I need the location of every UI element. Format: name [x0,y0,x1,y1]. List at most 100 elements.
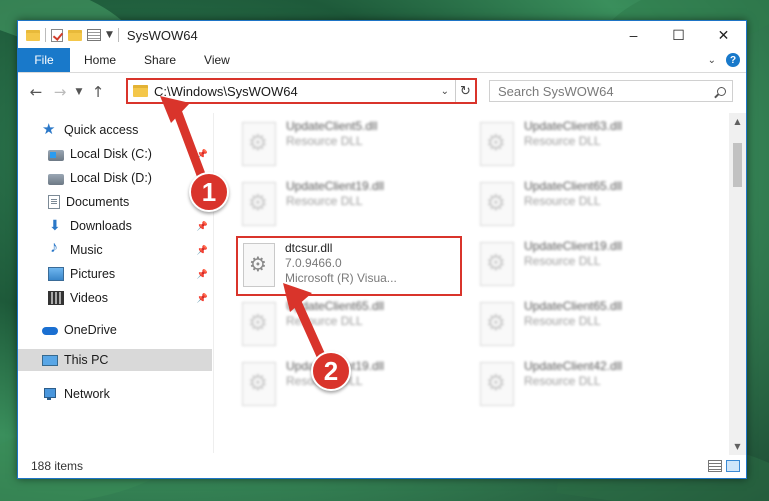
file-item[interactable]: UpdateClient65.dll Resource DLL [480,179,705,231]
sidebar-item-local-disk-d[interactable]: Local Disk (D:) [48,167,212,189]
file-item[interactable]: UpdateClient19.dll Resource DLL [480,239,705,291]
scroll-down-icon[interactable]: ▼ [729,438,746,455]
pin-icon: 📌 [196,268,208,279]
sidebar-item-label: Documents [66,195,130,209]
file-name: UpdateClient42.dll [524,359,623,373]
customize-icon[interactable] [87,29,101,41]
file-name: UpdateClient19.dll [524,239,623,253]
computer-icon [42,355,58,366]
search-icon[interactable] [717,86,726,96]
step-badge-1: 1 [189,172,229,212]
folder-icon [133,85,148,97]
close-button[interactable]: ✕ [701,21,746,49]
sidebar-item-downloads[interactable]: Downloads 📌 [48,215,212,237]
sidebar-item-this-pc[interactable]: This PC [18,349,212,371]
title-bar: ▼ SysWOW64 – ☐ ✕ [18,21,746,49]
file-type: Resource DLL [524,254,601,268]
search-placeholder: Search SysWOW64 [498,83,614,99]
details-view-icon[interactable] [708,460,722,472]
vertical-scrollbar[interactable]: ▲ ▼ [729,113,746,455]
toolbar-separator [45,28,46,42]
dll-file-icon [242,122,276,166]
pictures-icon [48,267,64,281]
address-bar[interactable]: C:\Windows\SysWOW64 ⌄ ↻ [126,78,477,104]
sidebar-item-videos[interactable]: Videos 📌 [48,287,212,309]
recent-locations-icon[interactable]: ▼ [72,80,86,104]
file-name: UpdateClient63.dll [524,119,623,133]
file-type: Resource DLL [524,374,601,388]
dll-file-icon [242,362,276,406]
toolbar-dropdown-icon[interactable]: ▼ [106,30,113,40]
file-item[interactable]: UpdateClient19.dll Resource DLL [242,179,467,231]
explorer-window: ▼ SysWOW64 – ☐ ✕ File Home Share View ⌄ … [17,20,747,479]
toolbar-separator [117,28,119,42]
sidebar-item-label: Quick access [64,123,139,137]
sidebar-item-label: Pictures [70,267,116,281]
new-folder-icon[interactable] [68,29,82,41]
file-item[interactable]: UpdateClient65.dll Resource DLL [480,299,705,351]
file-item[interactable]: UpdateClient65.dll Resource DLL [242,299,467,351]
address-path[interactable]: C:\Windows\SysWOW64 [154,84,298,99]
forward-arrow-icon[interactable]: → [48,80,72,104]
sidebar-item-network[interactable]: Network [42,383,236,405]
network-icon [42,387,58,401]
file-item-dtcsur[interactable]: dtcsur.dll 7.0.9466.0 Microsoft (R) Visu… [236,236,462,296]
dll-file-icon [242,182,276,226]
pin-icon: 📌 [196,220,208,231]
minimize-button[interactable]: – [611,21,656,49]
up-arrow-icon[interactable]: ↑ [86,80,110,104]
pin-icon: 📌 [196,244,208,255]
file-name: UpdateClient65.dll [524,299,623,313]
tab-file[interactable]: File [18,48,70,72]
pin-icon: 📌 [196,148,208,159]
quick-access-toolbar: ▼ [18,28,119,42]
tiles-view-icon[interactable] [726,460,740,472]
scroll-up-icon[interactable]: ▲ [729,113,746,130]
tab-home[interactable]: Home [70,48,130,72]
properties-check-icon[interactable] [51,28,63,42]
search-input[interactable]: Search SysWOW64 [489,80,733,102]
file-name: UpdateClient19.dll [286,179,385,193]
scroll-thumb[interactable] [733,143,742,187]
dll-file-icon [480,362,514,406]
dll-file-icon [243,243,275,287]
sidebar-item-label: Downloads [70,219,132,233]
file-type: Resource DLL [286,134,363,148]
file-name: UpdateClient65.dll [286,299,385,313]
download-icon [48,217,64,234]
expand-ribbon-icon[interactable]: ⌄ [708,55,716,66]
file-name: dtcsur.dll [285,241,333,255]
tab-view[interactable]: View [190,48,244,72]
sidebar-item-onedrive[interactable]: OneDrive [42,319,236,341]
address-dropdown-icon[interactable]: ⌄ [441,86,455,97]
dll-file-icon [480,242,514,286]
drive-icon [48,173,64,185]
sidebar-item-label: Music [70,243,103,257]
file-item[interactable]: UpdateClient5.dll Resource DLL [242,119,467,171]
sidebar-item-local-disk-c[interactable]: Local Disk (C:) 📌 [48,143,212,165]
back-arrow-icon[interactable]: ← [24,80,48,104]
file-type: Resource DLL [524,194,601,208]
file-version: 7.0.9466.0 [285,256,342,270]
maximize-button[interactable]: ☐ [656,21,701,49]
sidebar-item-pictures[interactable]: Pictures 📌 [48,263,212,285]
cloud-icon [42,323,58,337]
sidebar-item-music[interactable]: Music 📌 [48,239,212,261]
file-item[interactable]: UpdateClient19.dll Resource DLL [242,359,467,411]
pane-divider[interactable] [213,113,214,453]
file-type: Resource DLL [286,314,363,328]
file-item[interactable]: UpdateClient42.dll Resource DLL [480,359,705,411]
sidebar-item-quick-access[interactable]: Quick access [42,119,236,141]
tab-share[interactable]: Share [130,48,190,72]
sidebar-item-documents[interactable]: Documents [48,191,212,213]
help-icon[interactable]: ? [726,53,740,67]
folder-icon[interactable] [26,29,40,41]
file-item[interactable]: UpdateClient63.dll Resource DLL [480,119,705,171]
file-type: Resource DLL [524,314,601,328]
file-name: UpdateClient65.dll [524,179,623,193]
dll-file-icon [242,302,276,346]
star-icon [42,120,58,138]
file-company: Microsoft (R) Visua... [285,271,397,285]
pin-icon: 📌 [196,292,208,303]
refresh-icon[interactable]: ↻ [455,80,475,102]
